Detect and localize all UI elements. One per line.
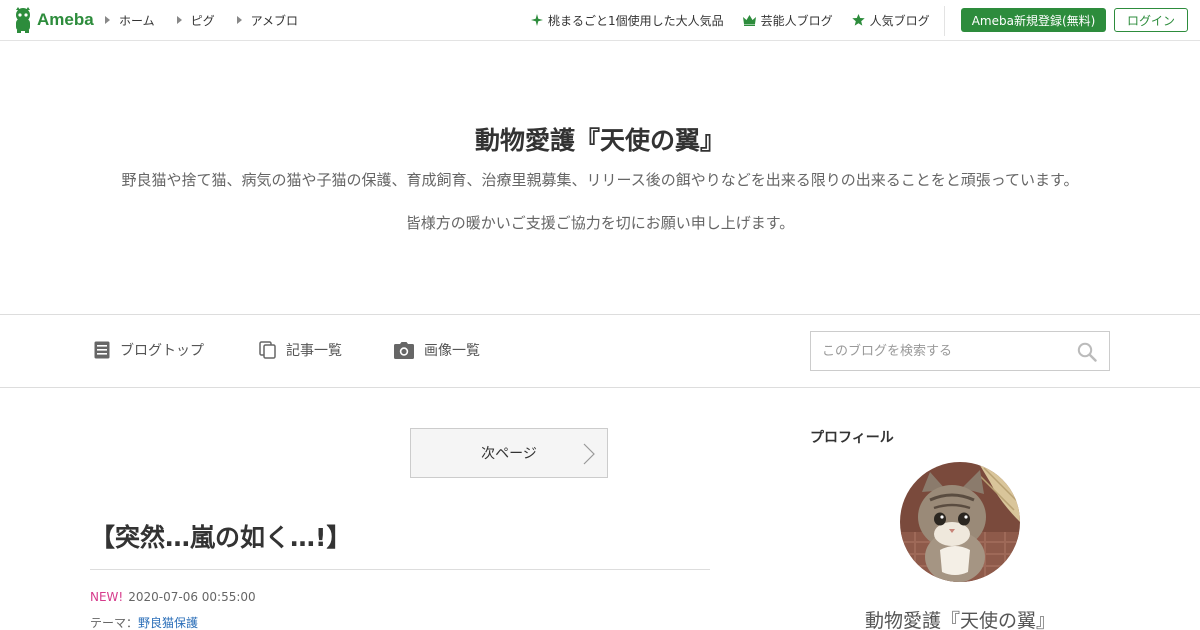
sparkle-icon (531, 14, 543, 26)
featured-link-celebrity-blogs[interactable]: 芸能人ブログ (742, 12, 833, 29)
featured-link-popular-blogs[interactable]: 人気ブログ (851, 12, 930, 29)
featured-links: 桃まるごと1個使用した大人気品 芸能人ブログ 人気ブログ (531, 0, 949, 40)
logo-text: Ameba (37, 10, 94, 29)
copy-pages-icon (259, 341, 276, 359)
triangle-right-icon (105, 16, 110, 24)
featured-link-peach[interactable]: 桃まるごと1個使用した大人気品 (531, 12, 724, 29)
header-divider (944, 6, 945, 36)
entry-meta: NEW! 2020-07-06 00:55:00 (90, 590, 256, 604)
search-input[interactable] (811, 332, 1071, 370)
global-nav: ホーム ピグ アメブロ (105, 0, 320, 40)
nav-item-pigg[interactable]: ピグ (176, 12, 215, 29)
blog-description: 野良猫や捨て猫、病気の猫や子猫の保護、育成飼育、治療里親募集、リリース後の餌やり… (121, 171, 1079, 189)
next-page-button[interactable]: 次ページ (410, 428, 608, 478)
triangle-right-icon (236, 16, 242, 24)
star-icon (851, 14, 865, 26)
entry-timestamp: 2020-07-06 00:55:00 (128, 590, 256, 604)
profile-name[interactable]: 動物愛護『天使の翼』 (810, 606, 1110, 630)
search-icon[interactable] (1077, 342, 1097, 362)
blog-search (810, 331, 1110, 371)
theme-label: テーマ： (90, 616, 139, 630)
next-page-label: 次ページ (481, 446, 537, 462)
ameba-logo[interactable]: Ameba (12, 7, 94, 33)
register-button[interactable]: Ameba新規登録(無料) (961, 8, 1106, 32)
avatar[interactable] (900, 462, 1020, 582)
nav-label: ピグ (190, 13, 215, 28)
crown-icon (742, 14, 756, 26)
nav-label: ホーム (119, 13, 155, 28)
subnav-label: ブログトップ (120, 343, 204, 359)
blog-description-secondary: 皆様方の暖かいご支援ご協力を切にお願い申し上げます。 (405, 214, 795, 232)
featured-link-label: 桃まるごと1個使用した大人気品 (548, 13, 724, 28)
triangle-right-icon (176, 16, 182, 24)
subnav-label: 画像一覧 (424, 343, 480, 359)
subnav-label: 記事一覧 (286, 343, 342, 359)
blog-title[interactable]: 動物愛護『天使の翼』 (0, 121, 1200, 157)
chevron-right-icon (583, 443, 595, 465)
theme-link[interactable]: 野良猫保護 (138, 616, 198, 630)
new-badge: NEW! (90, 590, 124, 604)
login-button[interactable]: ログイン (1114, 8, 1188, 32)
featured-link-label: 人気ブログ (869, 13, 930, 28)
profile-heading: プロフィール (810, 430, 894, 446)
ameba-mascot-icon (16, 7, 30, 33)
nav-item-ameblo[interactable]: アメブロ (236, 12, 299, 29)
document-icon (94, 341, 110, 359)
global-header: Ameba ホーム ピグ アメブロ 桃まるごと1個使用した大人気品 芸能人ブログ… (0, 0, 1200, 41)
entry-title[interactable]: 【突然…嵐の如く…!】 (90, 518, 351, 554)
subnav-entry-list[interactable]: 記事一覧 (259, 340, 342, 360)
nav-item-home[interactable]: ホーム (105, 12, 155, 29)
camera-icon (394, 341, 414, 359)
subnav-image-list[interactable]: 画像一覧 (394, 340, 480, 360)
title-divider (90, 569, 710, 570)
entry-theme: テーマ：野良猫保護 (90, 614, 198, 630)
blog-subnav: ブログトップ 記事一覧 画像一覧 (0, 314, 1200, 388)
kitten-photo (900, 462, 1020, 582)
nav-label: アメブロ (250, 13, 299, 28)
subnav-blog-top[interactable]: ブログトップ (94, 340, 204, 360)
featured-link-label: 芸能人ブログ (760, 13, 833, 28)
